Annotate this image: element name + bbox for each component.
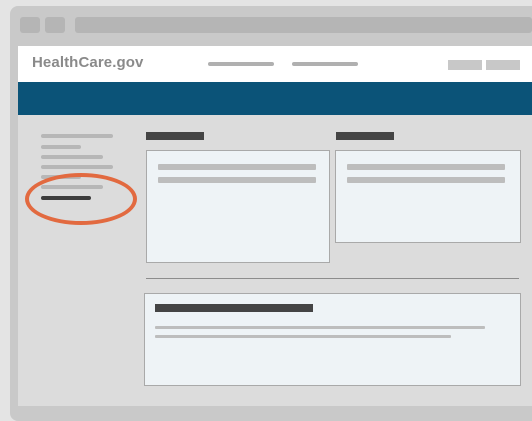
content-card[interactable] <box>146 150 330 263</box>
card-heading <box>155 304 313 312</box>
card-text-line <box>158 164 316 170</box>
window-control[interactable] <box>45 17 65 33</box>
highlight-circle <box>25 173 137 225</box>
section-divider <box>146 278 519 279</box>
header-button[interactable] <box>448 60 482 70</box>
card-text-line <box>155 335 451 338</box>
window-control[interactable] <box>20 17 40 33</box>
web-page: HealthCare.gov <box>18 46 532 406</box>
sidebar-item[interactable] <box>41 155 103 159</box>
section-heading <box>146 132 204 140</box>
site-header: HealthCare.gov <box>18 46 532 82</box>
sidebar-item[interactable] <box>41 134 113 138</box>
header-button[interactable] <box>486 60 520 70</box>
sidebar-item[interactable] <box>41 145 81 149</box>
card-text-line <box>347 164 505 170</box>
hero-band <box>18 82 532 115</box>
card-text-line <box>158 177 316 183</box>
nav-link[interactable] <box>292 62 358 66</box>
card-text-line <box>155 326 485 329</box>
sidebar-item[interactable] <box>41 165 113 169</box>
address-bar[interactable] <box>75 17 532 33</box>
nav-link[interactable] <box>208 62 274 66</box>
section-heading <box>336 132 394 140</box>
content-card[interactable] <box>335 150 521 243</box>
site-logo[interactable]: HealthCare.gov <box>32 54 143 71</box>
content-card-wide[interactable] <box>144 293 521 386</box>
card-text-line <box>347 177 505 183</box>
